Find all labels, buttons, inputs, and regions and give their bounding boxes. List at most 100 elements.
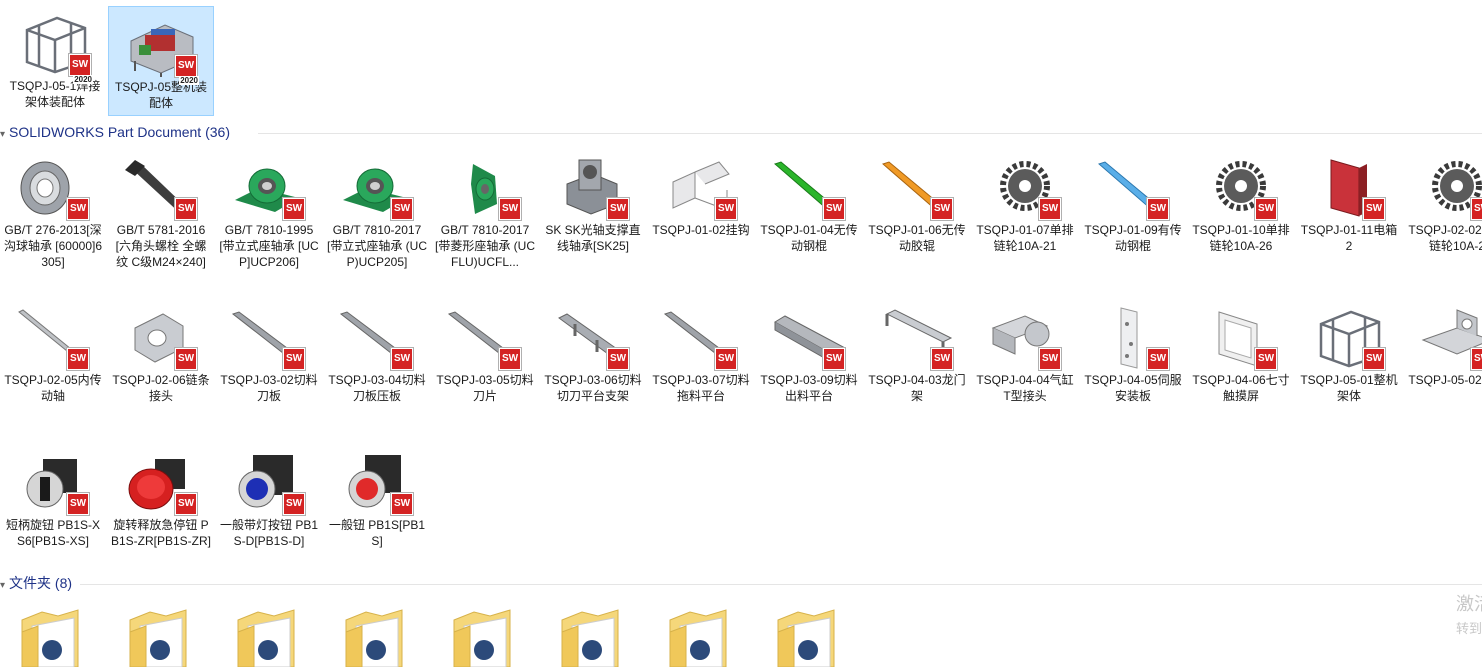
file-tile[interactable]: SW 2020 TSQPJ-05整机装配体: [108, 6, 214, 116]
file-tile[interactable]: SW TSQPJ-01-09有传动钢棍: [1080, 150, 1186, 290]
file-thumbnail: SW: [445, 304, 525, 372]
file-tile[interactable]: SW GB/T 7810-2017[带立式座轴承 (UCP)UCP205]: [324, 150, 430, 290]
solidworks-badge-icon: SW: [607, 198, 629, 220]
solidworks-badge-icon: SW: [391, 348, 413, 370]
file-tile[interactable]: SW 一般带灯按钮 PB1S-D[PB1S-D]: [216, 445, 322, 570]
file-name: TSQPJ-04-04气缸T型接头: [976, 373, 1074, 403]
file-tile[interactable]: SW TSQPJ-04-05伺服安装板: [1080, 300, 1186, 410]
file-name: TSQPJ-02-02单排链轮10A-2: [1408, 223, 1482, 253]
solidworks-badge-icon: SW: [175, 348, 197, 370]
file-tile[interactable]: SW TSQPJ-01-11电箱 2: [1296, 150, 1402, 290]
file-tile[interactable]: SW TSQPJ-01-10单排链轮10A-26: [1188, 150, 1294, 290]
solidworks-badge-icon: SW: [931, 348, 953, 370]
file-tile[interactable]: SW TSQPJ-01-06无传动胶辊: [864, 150, 970, 290]
file-name: GB/T 7810-2017[带菱形座轴承 (UCFLU)UCFL...: [435, 223, 535, 269]
file-tile[interactable]: SW 一般钮 PB1S[PB1S]: [324, 445, 430, 570]
file-thumbnail: SW: [229, 449, 309, 517]
file-name: GB/T 7810-1995[带立式座轴承 [UCP]UCP206]: [219, 223, 319, 269]
group-header-parts[interactable]: ▾ SOLIDWORKS Part Document (36): [0, 122, 230, 142]
file-tile[interactable]: SW GB/T 276-2013[深沟球轴承 [60000]6305]: [0, 150, 106, 290]
file-tile[interactable]: SW GB/T 7810-2017[带菱形座轴承 (UCFLU)UCFL...: [432, 150, 538, 290]
solidworks-badge-icon: SW: [715, 348, 737, 370]
group-divider: [258, 133, 1482, 134]
file-thumbnail: SW: [661, 154, 741, 222]
file-thumbnail: SW: [769, 304, 849, 372]
folder-tile[interactable]: [342, 606, 412, 668]
file-name: TSQPJ-01-07单排链轮10A-21: [976, 223, 1074, 253]
folder-tile[interactable]: [774, 606, 844, 668]
file-name: TSQPJ-04-03龙门架: [868, 373, 966, 403]
file-thumbnail: SW: [1309, 154, 1389, 222]
file-name: TSQPJ-03-04切料刀板压板: [328, 373, 426, 403]
file-tile[interactable]: SW TSQPJ-01-04无传动钢棍: [756, 150, 862, 290]
file-tile[interactable]: SW TSQPJ-03-09切料出料平台: [756, 300, 862, 410]
file-thumbnail: SW: [1093, 154, 1173, 222]
file-name: TSQPJ-03-06切料切刀平台支架: [544, 373, 642, 403]
solidworks-badge-icon: SW: [823, 348, 845, 370]
file-tile[interactable]: SW TSQPJ-01-07单排链轮10A-21: [972, 150, 1078, 290]
solidworks-badge-icon: SW: [499, 198, 521, 220]
file-tile[interactable]: SW TSQPJ-05-02架脚: [1404, 300, 1482, 410]
folder-tile[interactable]: [18, 606, 88, 668]
file-thumbnail: SW: [985, 304, 1065, 372]
file-tile[interactable]: SW TSQPJ-04-06七寸触摸屏: [1188, 300, 1294, 410]
file-name: TSQPJ-05-02架脚: [1408, 373, 1482, 387]
solidworks-badge-icon: SW: [283, 493, 305, 515]
file-tile[interactable]: SW TSQPJ-03-04切料刀板压板: [324, 300, 430, 410]
file-name: TSQPJ-03-07切料拖料平台: [652, 373, 750, 403]
folder-icon: [666, 609, 736, 670]
file-name: TSQPJ-05-01整机架体: [1300, 373, 1398, 403]
file-thumbnail: SW: [229, 154, 309, 222]
folder-tile[interactable]: [234, 606, 304, 668]
file-thumbnail: SW: [553, 304, 633, 372]
folder-tile[interactable]: [666, 606, 736, 670]
file-tile[interactable]: SW GB/T 7810-1995[带立式座轴承 [UCP]UCP206]: [216, 150, 322, 290]
file-tile[interactable]: SW 2020 TSQPJ-05-1焊接架体装配体: [2, 6, 108, 116]
chevron-down-icon: ▾: [0, 580, 6, 591]
file-tile[interactable]: SW TSQPJ-03-06切料切刀平台支架: [540, 300, 646, 410]
group-header-folders[interactable]: ▾ 文件夹 (8): [0, 573, 72, 593]
folder-tile[interactable]: [450, 606, 520, 668]
file-name: SK SK光轴支撑直线轴承[SK25]: [545, 223, 641, 253]
solidworks-badge-icon: SW: [607, 348, 629, 370]
solidworks-badge-icon: SW: [67, 198, 89, 220]
file-tile[interactable]: SW TSQPJ-03-02切料刀板: [216, 300, 322, 410]
file-name: 旋转释放急停钮 PB1S-ZR[PB1S-ZR]: [110, 518, 212, 548]
file-name: TSQPJ-03-09切料出料平台: [760, 373, 858, 403]
file-thumbnail: SW: [1417, 304, 1482, 372]
file-tile[interactable]: SW TSQPJ-03-05切料刀片: [432, 300, 538, 410]
file-name: TSQPJ-03-05切料刀片: [436, 373, 534, 403]
folder-icon: [126, 609, 196, 670]
file-tile[interactable]: SW TSQPJ-05-01整机架体: [1296, 300, 1402, 410]
file-thumbnail: SW: [229, 304, 309, 372]
file-tile[interactable]: SW 短柄旋钮 PB1S-XS6[PB1S-XS]: [0, 445, 106, 570]
file-tile[interactable]: SW TSQPJ-02-06链条接头: [108, 300, 214, 410]
solidworks-badge-icon: SW: [175, 493, 197, 515]
file-tile[interactable]: SW TSQPJ-04-03龙门架: [864, 300, 970, 410]
version-year: 2020: [73, 75, 93, 84]
file-tile[interactable]: SW GB/T 5781-2016[六角头螺栓 全螺纹 C级M24×240]: [108, 150, 214, 290]
file-thumbnail: SW: [121, 304, 201, 372]
file-name: TSQPJ-04-06七寸触摸屏: [1192, 373, 1290, 403]
file-tile[interactable]: SW SK SK光轴支撑直线轴承[SK25]: [540, 150, 646, 290]
file-thumbnail: SW: [1309, 304, 1389, 372]
folder-icon: [558, 609, 628, 670]
file-thumbnail: SW 2020: [15, 10, 95, 84]
file-name: TSQPJ-01-11电箱 2: [1300, 223, 1398, 253]
file-tile[interactable]: SW TSQPJ-03-07切料拖料平台: [648, 300, 754, 410]
file-tile[interactable]: SW TSQPJ-04-04气缸T型接头: [972, 300, 1078, 410]
file-thumbnail: SW: [13, 154, 93, 222]
solidworks-badge-icon: SW: [67, 348, 89, 370]
file-name: TSQPJ-01-06无传动胶辊: [868, 223, 966, 253]
solidworks-badge-icon: SW: [1363, 348, 1385, 370]
file-tile[interactable]: SW 旋转释放急停钮 PB1S-ZR[PB1S-ZR]: [108, 445, 214, 570]
file-tile[interactable]: SW TSQPJ-02-05内传动轴: [0, 300, 106, 410]
file-tile[interactable]: SW TSQPJ-01-02挂钩: [648, 150, 754, 290]
file-thumbnail: SW: [877, 304, 957, 372]
version-year: 2020: [179, 76, 199, 85]
file-name: 一般带灯按钮 PB1S-D[PB1S-D]: [219, 518, 319, 548]
file-thumbnail: SW: [337, 449, 417, 517]
folder-tile[interactable]: [558, 606, 628, 670]
file-tile[interactable]: SW TSQPJ-02-02单排链轮10A-2: [1404, 150, 1482, 290]
folder-tile[interactable]: [126, 606, 196, 670]
